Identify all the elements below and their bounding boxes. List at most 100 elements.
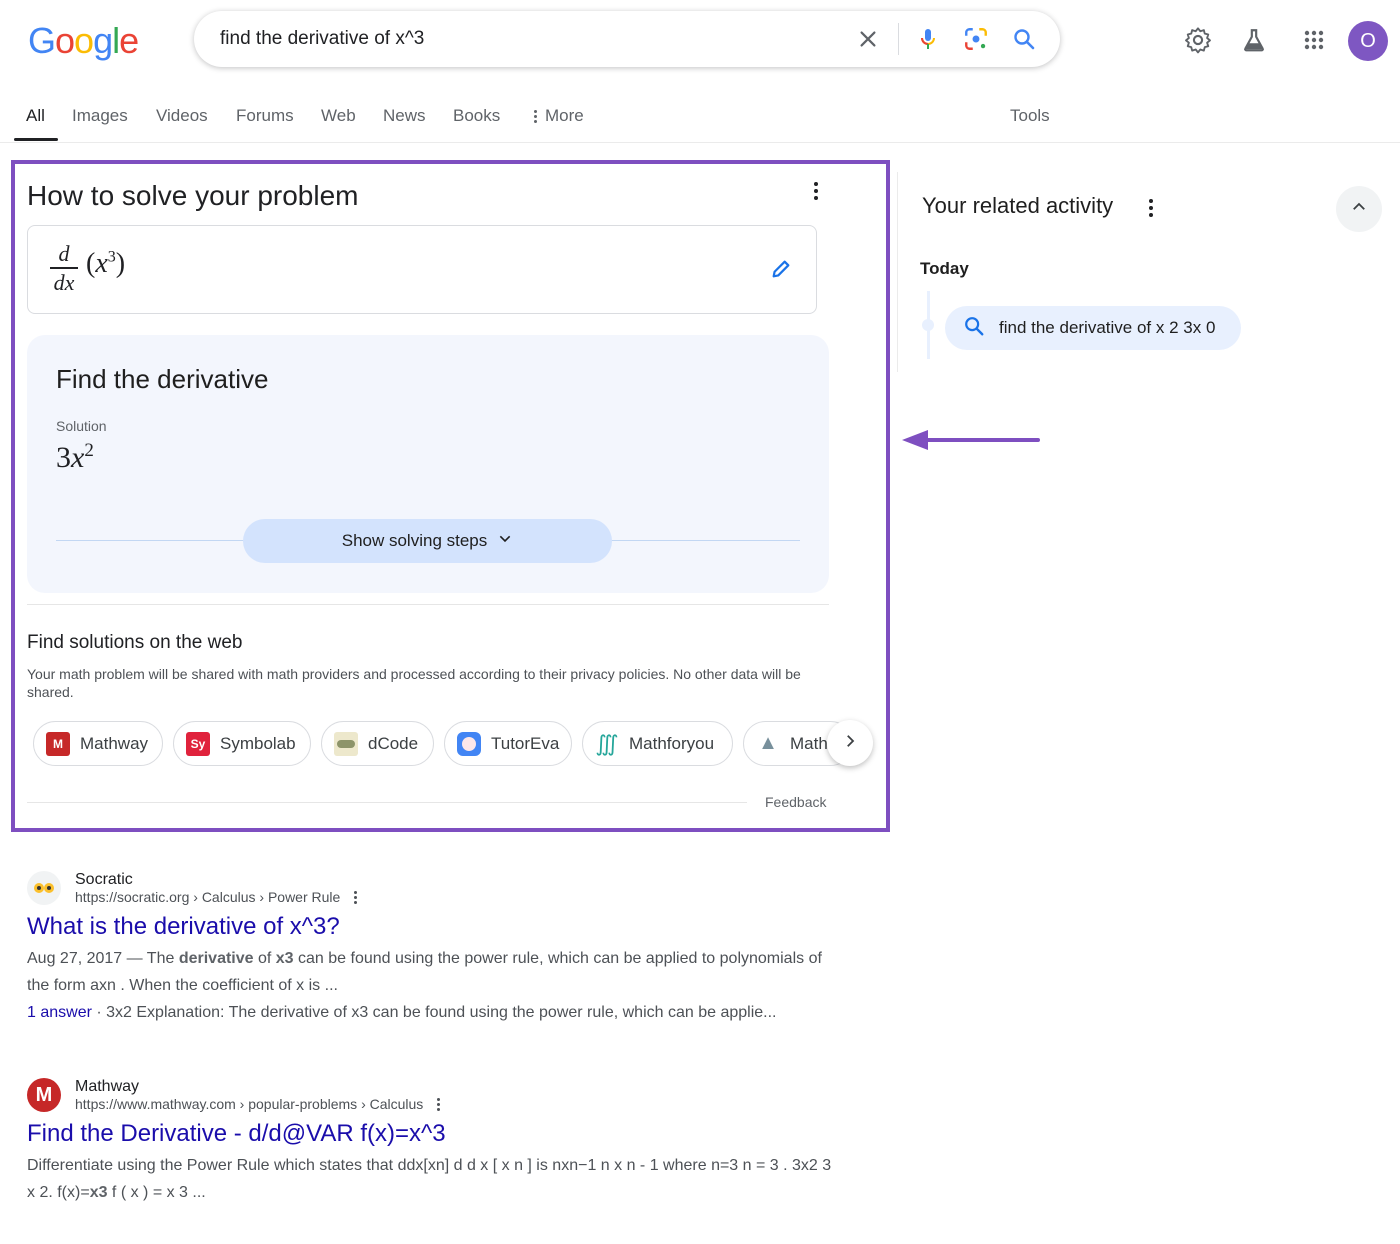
feedback-link[interactable]: Feedback — [765, 794, 826, 810]
related-activity-title: Your related activity — [922, 193, 1114, 218]
tab-news[interactable]: News — [383, 106, 426, 126]
result-url[interactable]: https://www.mathway.com › popular-proble… — [75, 1096, 441, 1112]
tab-more-label: More — [545, 106, 584, 125]
related-activity-menu-icon[interactable] — [1143, 198, 1159, 218]
more-vert-icon — [534, 109, 537, 123]
fraction-denominator: dx — [53, 270, 75, 295]
provider-chip-tutoreva[interactable]: TutorEva — [444, 721, 572, 766]
logo-letter: o — [55, 20, 75, 61]
timeline-dot — [922, 319, 934, 331]
fraction-bar — [50, 267, 78, 269]
steps-button-label: Show solving steps — [341, 531, 488, 550]
provider-name: Symbolab — [220, 733, 296, 753]
search-icon[interactable] — [1010, 25, 1038, 53]
provider-name: Mathforyou — [629, 733, 715, 753]
provider-name: dCode — [368, 733, 419, 753]
solution-coefficient: 3 — [56, 441, 71, 474]
tab-videos[interactable]: Videos — [156, 106, 208, 126]
search-tabs: All Images Videos Forums Web News Books … — [0, 100, 1400, 143]
logo-letter: e — [119, 20, 139, 61]
math-expression-box[interactable]: d dx (x3) — [27, 225, 817, 314]
tab-images[interactable]: Images — [72, 106, 128, 126]
apps-grid-icon[interactable] — [1298, 24, 1330, 56]
feedback-divider — [27, 802, 747, 803]
search-divider — [898, 23, 899, 55]
snippet-bold: derivative — [178, 950, 254, 967]
result-url[interactable]: https://socratic.org › Calculus › Power … — [75, 889, 358, 905]
answers-link[interactable]: 1 answer — [27, 1004, 92, 1021]
snippet-text: of — [253, 950, 276, 967]
result-mathway: M Mathway https://www.mathway.com › popu… — [27, 1078, 837, 1206]
expression-variable: x — [95, 248, 108, 279]
result-socratic: Socratic https://socratic.org › Calculus… — [27, 871, 837, 1026]
logo-letter: g — [93, 20, 113, 61]
google-logo[interactable]: Google — [28, 20, 139, 62]
result-date: Aug 27, 2017 — [27, 950, 123, 967]
solver-title: How to solve your problem — [27, 180, 359, 211]
mathforyou-logo-icon: ∭ — [595, 730, 619, 756]
snippet-bold: x3 — [89, 1184, 108, 1201]
tab-forums[interactable]: Forums — [236, 106, 294, 126]
panel-divider — [897, 172, 898, 372]
provider-chip-mathforyou[interactable]: ∭ Mathforyou — [582, 721, 733, 766]
tab-web[interactable]: Web — [321, 106, 356, 126]
gear-icon[interactable] — [1182, 24, 1214, 56]
show-solving-steps-button[interactable]: Show solving steps — [243, 519, 612, 563]
derivative-operator: d dx — [50, 242, 78, 296]
socratic-favicon-icon — [27, 871, 61, 905]
result-url-text: https://socratic.org › Calculus › Power … — [75, 889, 341, 905]
active-tab-indicator — [14, 138, 58, 141]
mathway-favicon-icon: M — [27, 1078, 61, 1112]
logo-letter: G — [28, 20, 56, 61]
tab-more[interactable]: More — [534, 106, 584, 126]
mathd-logo-icon: ▲ — [758, 732, 778, 754]
symbolab-logo-icon: Sy — [186, 731, 210, 756]
result-url-text: https://www.mathway.com › popular-proble… — [75, 1096, 424, 1112]
provider-name: Mathway — [80, 733, 149, 753]
tools-button[interactable]: Tools — [1010, 106, 1050, 126]
provider-chip-dcode[interactable]: dCode — [321, 721, 434, 766]
microphone-icon[interactable] — [914, 25, 942, 53]
annotation-arrow-icon — [902, 430, 1040, 450]
provider-chip-symbolab[interactable]: Sy Symbolab — [173, 721, 311, 766]
mathway-logo-icon: M — [46, 731, 70, 756]
activity-date-heading: Today — [920, 259, 969, 278]
result-site-name: Socratic — [75, 871, 133, 888]
account-avatar[interactable]: O — [1348, 21, 1388, 61]
close-icon[interactable] — [854, 25, 882, 53]
result-title-link[interactable]: Find the Derivative - d/d@VAR f(x)=x^3 — [27, 1120, 837, 1148]
tutoreva-logo-icon — [457, 731, 481, 756]
result-menu-icon[interactable] — [437, 1097, 441, 1111]
solution-value: 3x2 — [56, 440, 94, 475]
solution-exponent: 2 — [84, 440, 94, 461]
activity-query: find the derivative of x 2 3x 0 — [999, 318, 1216, 337]
result-answer-line: 1 answer · 3x2 Explanation: The derivati… — [27, 999, 837, 1026]
more-options-icon[interactable] — [808, 180, 824, 202]
search-box[interactable]: find the derivative of x^3 — [194, 11, 1060, 67]
activity-item[interactable]: find the derivative of x 2 3x 0 — [945, 306, 1241, 350]
collapse-button[interactable] — [1336, 186, 1382, 232]
logo-letter: o — [74, 20, 94, 61]
snippet-text: f ( x ) = x 3 ... — [107, 1184, 206, 1201]
scroll-next-button[interactable] — [827, 720, 873, 766]
result-title-link[interactable]: What is the derivative of x^3? — [27, 913, 837, 941]
camera-lens-icon[interactable] — [962, 25, 990, 53]
tab-all[interactable]: All — [26, 106, 45, 126]
result-site-name: Mathway — [75, 1078, 140, 1095]
tab-books[interactable]: Books — [453, 106, 500, 126]
chevron-down-icon — [497, 531, 513, 552]
provider-chip-mathway[interactable]: M Mathway — [33, 721, 163, 766]
result-snippet: Differentiate using the Power Rule which… — [27, 1152, 837, 1206]
search-icon — [963, 315, 985, 342]
edit-pencil-icon[interactable] — [770, 258, 792, 285]
chevron-right-icon — [841, 732, 859, 755]
solution-title: Find the derivative — [56, 364, 269, 394]
dcode-logo-icon — [334, 731, 358, 756]
web-solutions-title: Find solutions on the web — [27, 632, 243, 653]
snippet-text: — The — [122, 950, 179, 967]
privacy-notice: Your math problem will be shared with ma… — [27, 666, 801, 700]
fraction-numerator: d — [58, 241, 70, 266]
search-input[interactable]: find the derivative of x^3 — [220, 28, 424, 50]
result-menu-icon[interactable] — [354, 890, 358, 904]
flask-icon[interactable] — [1238, 24, 1270, 56]
